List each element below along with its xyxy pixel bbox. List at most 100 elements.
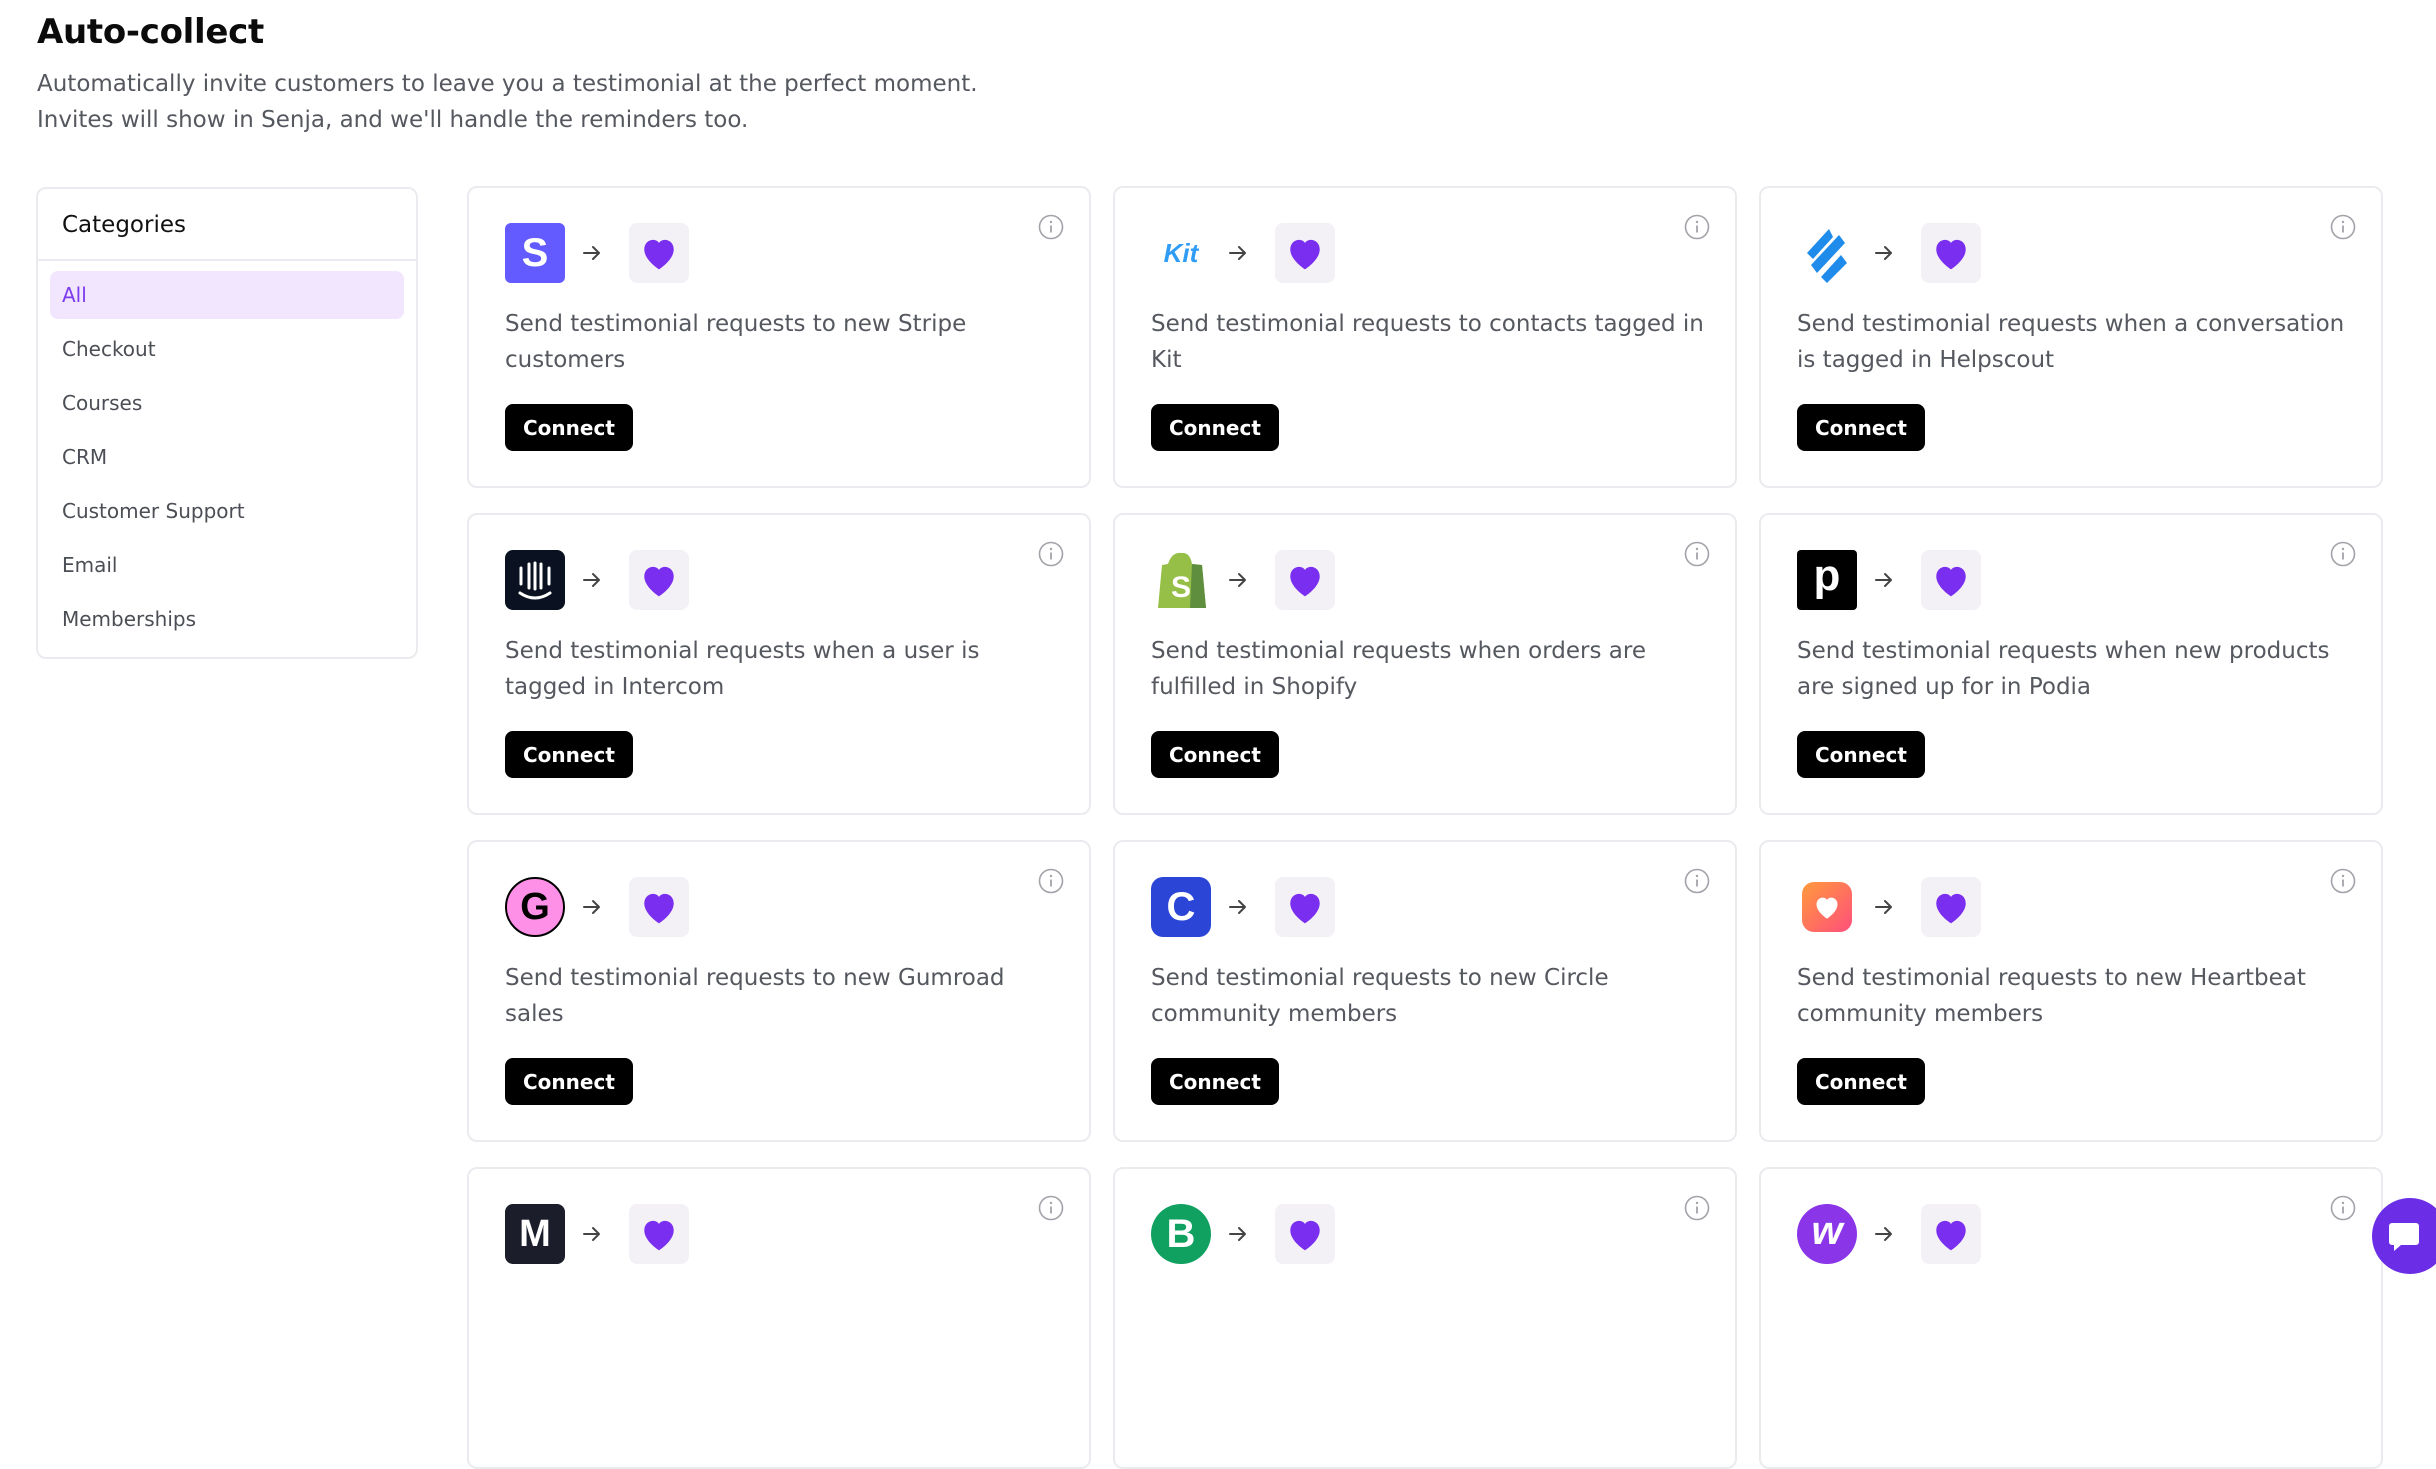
gumroad-logo-text: G xyxy=(520,885,550,928)
heart-icon xyxy=(1275,550,1335,610)
heart-icon xyxy=(1275,877,1335,937)
card-description: Send testimonial requests to new Gumroad… xyxy=(505,965,1005,1027)
categories-sidebar: Categories All Checkout Courses CRM Cust… xyxy=(36,187,418,659)
podia-logo: p xyxy=(1797,550,1857,610)
heart-icon xyxy=(1921,223,1981,283)
connect-button[interactable]: Connect xyxy=(1797,404,1925,451)
arrow-right-icon xyxy=(583,246,600,260)
podia-logo-text: p xyxy=(1813,551,1841,600)
integration-card-w: w xyxy=(1759,1167,2383,1469)
card-description: Send testimonial requests to new Heartbe… xyxy=(1797,965,2306,1027)
heart-icon xyxy=(629,877,689,937)
connect-button[interactable]: Connect xyxy=(1151,404,1279,451)
category-checkout[interactable]: Checkout xyxy=(50,325,404,373)
heart-icon xyxy=(629,223,689,283)
integration-card-kit: Kit Send testimonial requests to contact… xyxy=(1113,186,1737,488)
category-memberships[interactable]: Memberships xyxy=(50,595,404,643)
m-logo: M xyxy=(505,1204,565,1264)
arrow-right-icon xyxy=(583,573,600,587)
info-icon[interactable] xyxy=(1684,214,1710,240)
card-description: Send testimonial requests when orders ar… xyxy=(1151,638,1647,700)
connect-button[interactable]: Connect xyxy=(505,1058,633,1105)
info-icon[interactable] xyxy=(2330,214,2356,240)
kit-logo-text: Kit xyxy=(1163,237,1199,268)
arrow-right-icon xyxy=(1875,1227,1892,1241)
intercom-logo xyxy=(505,550,565,610)
category-all[interactable]: All xyxy=(50,271,404,319)
info-icon[interactable] xyxy=(1684,541,1710,567)
integration-card-circle: C Send testimonial requests to new Circl… xyxy=(1113,840,1737,1142)
circle-logo: C xyxy=(1151,877,1211,937)
arrow-right-icon xyxy=(583,900,600,914)
card-description: Send testimonial requests to new Circle … xyxy=(1151,965,1609,1027)
arrow-right-icon xyxy=(1229,246,1246,260)
info-icon[interactable] xyxy=(1684,1195,1710,1221)
kit-logo: Kit xyxy=(1151,223,1211,283)
card-description: Send testimonial requests when a convers… xyxy=(1797,311,2345,373)
circle-logo-text: C xyxy=(1166,884,1196,929)
integration-card-helpscout: Send testimonial requests when a convers… xyxy=(1759,186,2383,488)
card-description: Send testimonial requests when a user is… xyxy=(505,638,980,700)
info-icon[interactable] xyxy=(1038,868,1064,894)
card-description: Send testimonial requests when new produ… xyxy=(1797,638,2330,700)
connect-button[interactable]: Connect xyxy=(1151,731,1279,778)
m-logo-text: M xyxy=(519,1212,551,1255)
arrow-right-icon xyxy=(1229,1227,1246,1241)
heart-icon xyxy=(1275,223,1335,283)
connect-button[interactable]: Connect xyxy=(505,731,633,778)
arrow-right-icon xyxy=(1875,573,1892,587)
w-logo-text: w xyxy=(1811,1208,1843,1253)
connect-button[interactable]: Connect xyxy=(1151,1058,1279,1105)
stripe-logo-text: S xyxy=(521,230,549,275)
integration-card-m: M xyxy=(467,1167,1091,1469)
arrow-right-icon xyxy=(1875,900,1892,914)
heart-icon xyxy=(1275,1204,1335,1264)
category-crm[interactable]: CRM xyxy=(50,433,404,481)
info-icon[interactable] xyxy=(1038,1195,1064,1221)
heartbeat-logo xyxy=(1802,882,1852,932)
w-logo: w xyxy=(1797,1204,1857,1264)
integration-card-intercom: Send testimonial requests when a user is… xyxy=(467,513,1091,815)
gumroad-logo: G xyxy=(505,877,565,937)
heart-icon xyxy=(629,1204,689,1264)
card-description: Send testimonial requests to contacts ta… xyxy=(1151,311,1704,373)
heart-icon xyxy=(1921,877,1981,937)
helpscout-logo xyxy=(1797,223,1857,283)
card-description: Send testimonial requests to new Stripe … xyxy=(505,311,967,373)
arrow-right-icon xyxy=(1875,246,1892,260)
info-icon[interactable] xyxy=(1038,541,1064,567)
info-icon[interactable] xyxy=(2330,541,2356,567)
info-icon[interactable] xyxy=(2330,1195,2356,1221)
heart-icon xyxy=(1921,1204,1981,1264)
connect-button[interactable]: Connect xyxy=(505,404,633,451)
info-icon[interactable] xyxy=(1684,868,1710,894)
stripe-logo: S xyxy=(505,223,565,283)
info-icon[interactable] xyxy=(2330,868,2356,894)
arrow-right-icon xyxy=(1229,900,1246,914)
integration-card-stripe: S Send testimonial requests to new Strip… xyxy=(467,186,1091,488)
connect-button[interactable]: Connect xyxy=(1797,1058,1925,1105)
connect-button[interactable]: Connect xyxy=(1797,731,1925,778)
integration-grid: S Send testimonial requests to new Strip… xyxy=(467,186,2383,1469)
chat-icon xyxy=(2389,1223,2419,1251)
heart-icon xyxy=(1921,550,1981,610)
integration-card-gumroad: G Send testimonial requests to new Gumro… xyxy=(467,840,1091,1142)
category-customer-support[interactable]: Customer Support xyxy=(50,487,404,535)
category-email[interactable]: Email xyxy=(50,541,404,589)
sidebar-title: Categories xyxy=(38,189,416,261)
integration-card-shopify: S Send testimonial requests when orders … xyxy=(1113,513,1737,815)
arrow-right-icon xyxy=(583,1227,600,1241)
heart-icon xyxy=(629,550,689,610)
shopify-logo-text: S xyxy=(1170,571,1191,604)
info-icon[interactable] xyxy=(1038,214,1064,240)
category-courses[interactable]: Courses xyxy=(50,379,404,427)
page-description: Automatically invite customers to leave … xyxy=(37,71,978,133)
category-list: All Checkout Courses CRM Customer Suppor… xyxy=(38,261,416,659)
integration-card-b: B xyxy=(1113,1167,1737,1469)
arrow-right-icon xyxy=(1229,573,1246,587)
b-logo-text: B xyxy=(1166,1211,1196,1256)
integration-card-heartbeat: Send testimonial requests to new Heartbe… xyxy=(1759,840,2383,1142)
shopify-logo: S xyxy=(1151,550,1211,610)
page-title: Auto-collect xyxy=(37,12,264,52)
integration-card-podia: p Send testimonial requests when new pro… xyxy=(1759,513,2383,815)
